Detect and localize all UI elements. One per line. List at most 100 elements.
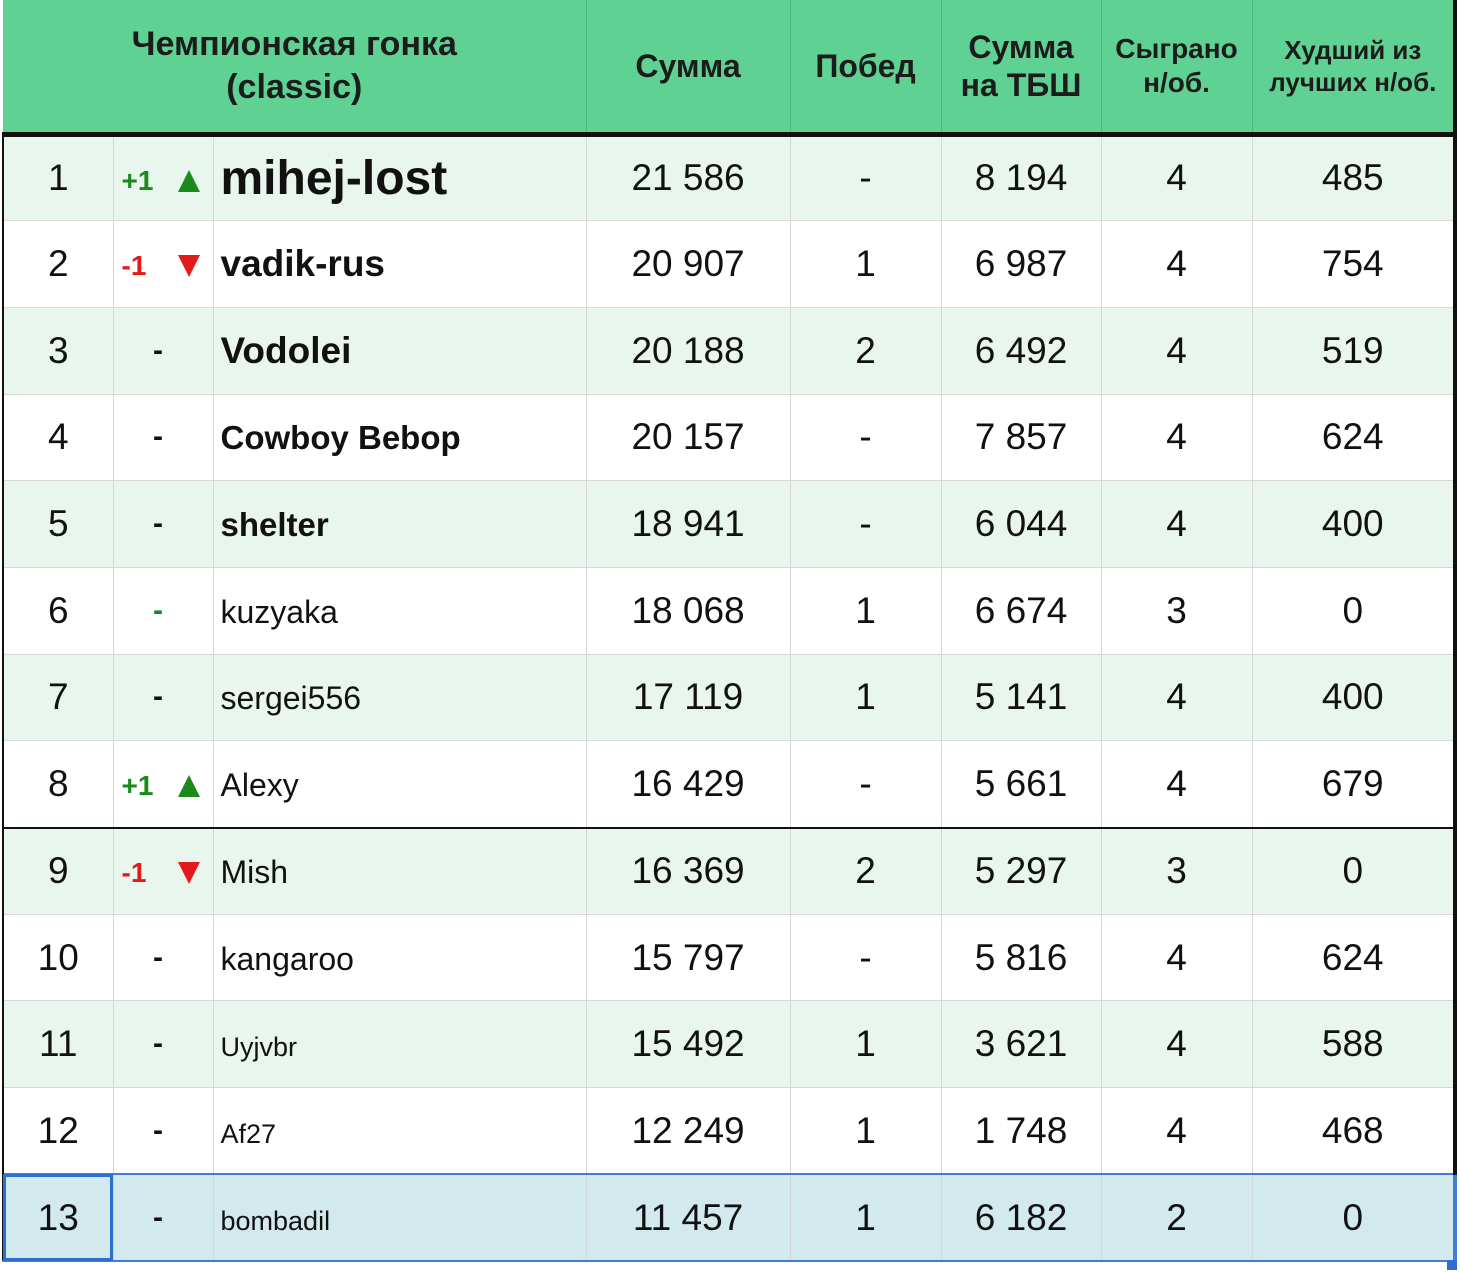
table-row[interactable]: 1 +1 mihej-lost 21 586-8 194 4 485 — [2, 134, 1458, 222]
player-name-cell[interactable]: sergei556 — [213, 654, 587, 742]
wins-cell[interactable]: 1 — [790, 1087, 942, 1175]
rank-cell[interactable]: 12 — [2, 1087, 114, 1175]
table-row[interactable]: 6 - kuzyaka 18 068 1 6 674 3 0 — [2, 567, 1458, 655]
move-cell[interactable]: - — [113, 1087, 214, 1175]
wins-cell[interactable]: 1 — [790, 220, 942, 308]
move-cell[interactable]: - — [113, 567, 214, 655]
sum-cell[interactable]: 17 119 — [586, 654, 791, 742]
move-cell[interactable]: -1 — [113, 827, 214, 915]
rank-cell[interactable]: 5 — [2, 480, 114, 568]
table-row[interactable]: 9 -1 Mish 16 369 2 5 297 3 0 — [2, 827, 1458, 915]
played-cell[interactable]: 4 — [1101, 740, 1253, 829]
worst-cell[interactable]: 588 — [1252, 1000, 1458, 1089]
player-name-cell[interactable]: Uyjvbr — [213, 1000, 587, 1089]
tbsh-cell[interactable]: 5 816 — [941, 914, 1102, 1002]
tbsh-cell[interactable]: 1 748 — [941, 1087, 1102, 1175]
tbsh-cell[interactable]: 6 182 — [941, 1173, 1102, 1262]
header-sum-cell[interactable]: Сумма — [586, 0, 791, 137]
rank-cell[interactable]: 6 — [2, 567, 114, 655]
worst-cell[interactable]: 679 — [1252, 740, 1458, 829]
table-row[interactable]: 4- Cowboy Bebop 20 157-7 857 4 624 — [2, 394, 1458, 482]
sum-cell[interactable]: 18 941 — [586, 480, 791, 568]
wins-cell[interactable]: 1 — [790, 1173, 942, 1262]
table-row[interactable]: 7 - sergei556 17 119 1 5 141 4 400 — [2, 654, 1458, 742]
sum-cell[interactable]: 12 249 — [586, 1087, 791, 1175]
header-played-cell[interactable]: Сыграно н/об. — [1101, 0, 1253, 137]
worst-cell[interactable]: 624 — [1252, 394, 1458, 482]
player-name-cell[interactable]: Af27 — [213, 1087, 587, 1175]
table-row[interactable]: 11 - Uyjvbr 15 492 1 3 621 4 588 — [2, 1000, 1458, 1089]
player-name-cell[interactable]: mihej-lost — [213, 134, 587, 222]
tbsh-cell[interactable]: 3 621 — [941, 1000, 1102, 1089]
played-cell[interactable]: 4 — [1101, 1000, 1253, 1089]
sum-cell[interactable]: 18 068 — [586, 567, 791, 655]
worst-cell[interactable]: 519 — [1252, 307, 1458, 395]
player-name-cell[interactable]: Alexy — [213, 740, 587, 829]
worst-cell[interactable]: 485 — [1252, 134, 1458, 222]
table-row[interactable]: 3 - Vodolei 20 188 2 6 492 4 519 — [2, 307, 1458, 395]
header-title-cell[interactable]: Чемпионская гонка (classic) — [3, 0, 587, 137]
sum-cell[interactable]: 15 797 — [586, 914, 791, 1002]
selection-fill-handle[interactable] — [1447, 1260, 1457, 1270]
table-row[interactable]: 10- kangaroo 15 797-5 816 4 624 — [2, 914, 1458, 1002]
sum-cell[interactable]: 16 429 — [586, 740, 791, 829]
move-cell[interactable]: - — [113, 480, 214, 568]
player-name-cell[interactable]: Vodolei — [213, 307, 587, 395]
worst-cell[interactable]: 0 — [1252, 1173, 1458, 1262]
worst-cell[interactable]: 400 — [1252, 654, 1458, 742]
rank-cell[interactable]: 2 — [2, 220, 114, 308]
played-cell[interactable]: 3 — [1101, 567, 1253, 655]
wins-cell[interactable]: - — [790, 914, 942, 1002]
tbsh-cell[interactable]: 5 141 — [941, 654, 1102, 742]
header-worst-cell[interactable]: Худший из лучших н/об. — [1252, 0, 1458, 137]
table-row[interactable]: 5- shelter 18 941-6 044 4 400 — [2, 480, 1458, 568]
rank-cell[interactable]: 10 — [2, 914, 114, 1002]
move-cell[interactable]: - — [113, 307, 214, 395]
worst-cell[interactable]: 754 — [1252, 220, 1458, 308]
rank-cell[interactable]: 9 — [2, 827, 114, 915]
played-cell[interactable]: 4 — [1101, 134, 1253, 222]
header-tbsh-cell[interactable]: Сумма на ТБШ — [941, 0, 1102, 137]
player-name-cell[interactable]: bombadil — [213, 1173, 587, 1262]
sum-cell[interactable]: 21 586 — [586, 134, 791, 222]
move-cell[interactable]: - — [113, 1173, 214, 1262]
wins-cell[interactable]: 1 — [790, 567, 942, 655]
wins-cell[interactable]: - — [790, 740, 942, 829]
rank-cell[interactable]: 7 — [2, 654, 114, 742]
move-cell[interactable]: - — [113, 1000, 214, 1089]
worst-cell[interactable]: 624 — [1252, 914, 1458, 1002]
rank-cell[interactable]: 4 — [2, 394, 114, 482]
table-row[interactable]: 13 - bombadil 11 457 1 6 182 2 0 — [2, 1173, 1458, 1262]
rank-cell[interactable]: 3 — [2, 307, 114, 395]
played-cell[interactable]: 4 — [1101, 480, 1253, 568]
sum-cell[interactable]: 20 188 — [586, 307, 791, 395]
worst-cell[interactable]: 0 — [1252, 567, 1458, 655]
played-cell[interactable]: 4 — [1101, 394, 1253, 482]
move-cell[interactable]: -1 — [113, 220, 214, 308]
wins-cell[interactable]: - — [790, 134, 942, 222]
move-cell[interactable]: - — [113, 394, 214, 482]
player-name-cell[interactable]: shelter — [213, 480, 587, 568]
rank-cell[interactable]: 8 — [2, 740, 114, 829]
tbsh-cell[interactable]: 6 674 — [941, 567, 1102, 655]
wins-cell[interactable]: 1 — [790, 1000, 942, 1089]
wins-cell[interactable]: 2 — [790, 307, 942, 395]
played-cell[interactable]: 4 — [1101, 220, 1253, 308]
move-cell[interactable]: - — [113, 654, 214, 742]
played-cell[interactable]: 4 — [1101, 914, 1253, 1002]
player-name-cell[interactable]: vadik-rus — [213, 220, 587, 308]
sum-cell[interactable]: 16 369 — [586, 827, 791, 915]
played-cell[interactable]: 2 — [1101, 1173, 1253, 1262]
wins-cell[interactable]: - — [790, 480, 942, 568]
played-cell[interactable]: 4 — [1101, 307, 1253, 395]
played-cell[interactable]: 4 — [1101, 654, 1253, 742]
played-cell[interactable]: 3 — [1101, 827, 1253, 915]
worst-cell[interactable]: 0 — [1252, 827, 1458, 915]
tbsh-cell[interactable]: 6 044 — [941, 480, 1102, 568]
tbsh-cell[interactable]: 8 194 — [941, 134, 1102, 222]
header-wins-cell[interactable]: Побед — [790, 0, 942, 137]
tbsh-cell[interactable]: 6 492 — [941, 307, 1102, 395]
table-row[interactable]: 2 -1 vadik-rus 20 907 1 6 987 4 754 — [2, 220, 1458, 308]
wins-cell[interactable]: 2 — [790, 827, 942, 915]
table-row[interactable]: 12 - Af27 12 249 1 1 748 4 468 — [2, 1087, 1458, 1175]
